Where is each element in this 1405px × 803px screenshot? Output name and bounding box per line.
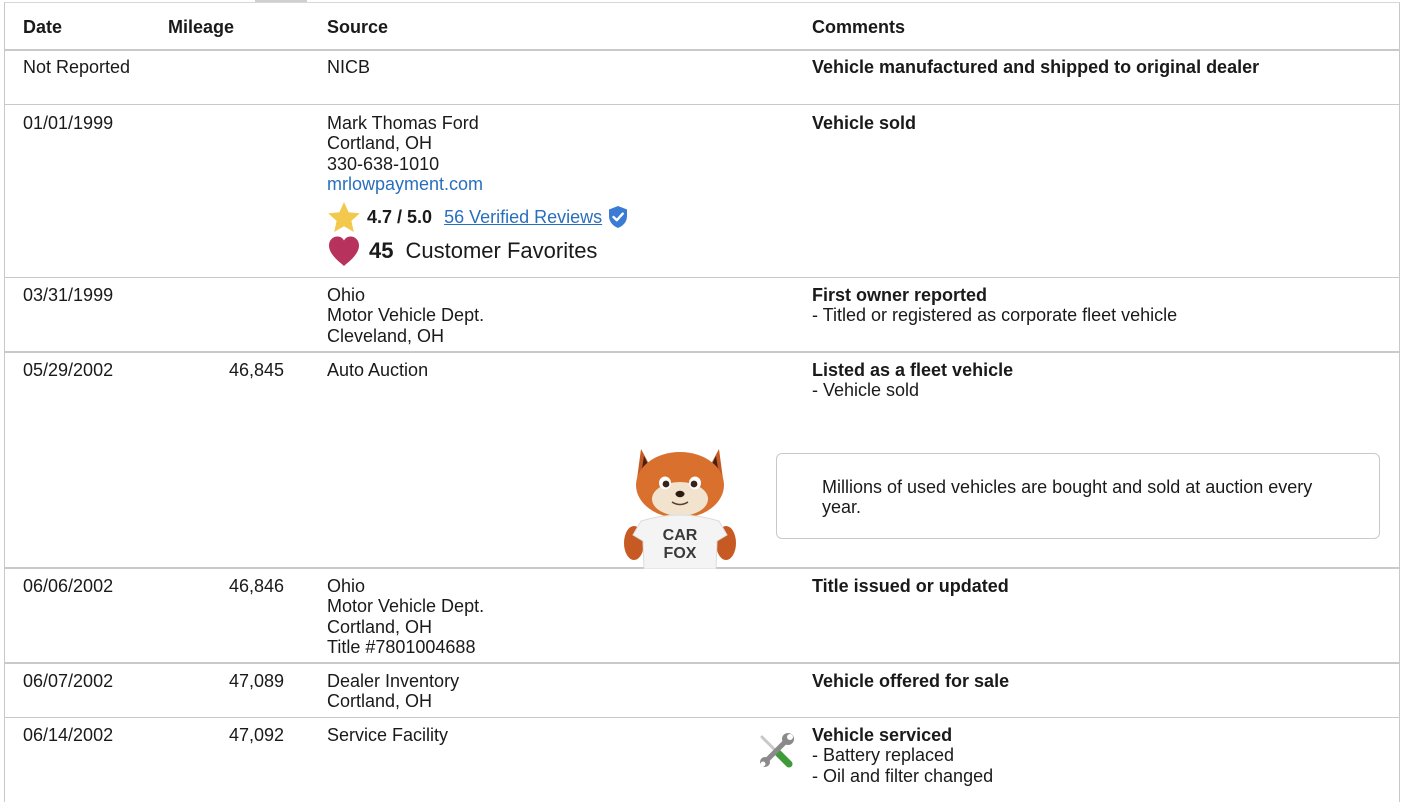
row-source: NICB: [327, 57, 371, 77]
favorites-label: Customer Favorites: [405, 238, 598, 263]
row-date: 05/29/2002: [23, 360, 114, 380]
row-comment-title: Title issued or updated: [812, 576, 1009, 596]
row-comment-title: Vehicle manufactured and shipped to orig…: [812, 57, 1260, 77]
table-row: 06/07/2002 47,089 Dealer Inventory Cortl…: [5, 664, 1399, 718]
source-name: Ohio: [327, 576, 366, 596]
row-comment-title: Listed as a fleet vehicle: [812, 360, 1014, 380]
row-mileage: 46,846: [228, 576, 284, 596]
header-source: Source: [327, 17, 389, 37]
source-location: Cortland, OH: [327, 133, 433, 154]
source-location: Cortland, OH: [327, 616, 433, 637]
fox-shirt-line-1: CAR: [663, 527, 698, 544]
row-mileage: 46,845: [228, 360, 284, 380]
table-header: Date Mileage Source Comments: [5, 3, 1399, 51]
verified-shield-icon: [607, 205, 629, 229]
carfox-tip-callout: Millions of used vehicles are bought and…: [776, 453, 1380, 539]
row-comment-title: Vehicle sold: [812, 113, 917, 133]
source-phone: 330-638-1010: [327, 153, 440, 174]
table-row: 06/06/2002 46,846 Ohio Motor Vehicle Dep…: [5, 569, 1399, 664]
row-date: 06/06/2002: [23, 576, 114, 596]
carfox-mascot: CAR FOX: [619, 439, 741, 570]
dealer-website-link[interactable]: mrlowpayment.com: [327, 174, 483, 194]
callout-text: Millions of used vehicles are bought and…: [822, 477, 1313, 518]
fox-shirt-line-2: FOX: [664, 545, 697, 562]
source-title-number: Title #7801004688: [327, 637, 476, 658]
table-row: Not Reported NICB Vehicle manufactured a…: [5, 51, 1399, 105]
row-comment-line: - Oil and filter changed: [812, 765, 994, 786]
table-row: 05/29/2002 46,845 Auto Auction Listed as…: [5, 353, 1399, 570]
source-name: Ohio: [327, 285, 366, 305]
row-date: 03/31/1999: [23, 285, 114, 305]
source-dept: Motor Vehicle Dept.: [327, 305, 485, 326]
star-icon: [327, 201, 361, 233]
verified-reviews-link[interactable]: 56 Verified Reviews: [444, 207, 602, 228]
row-comment-line: - Vehicle sold: [812, 380, 920, 401]
favorites-count: 45: [369, 238, 394, 263]
table-row: 06/14/2002 47,092 Service Facility Vehic…: [5, 718, 1399, 803]
row-comment-line: - Battery replaced: [812, 745, 955, 766]
heart-icon: [327, 235, 361, 267]
header-comments: Comments: [812, 17, 906, 37]
wrench-screwdriver-icon: [756, 731, 796, 771]
source-location: Cortland, OH: [327, 691, 433, 712]
row-source: Auto Auction: [327, 360, 429, 380]
source-dept: Motor Vehicle Dept.: [327, 596, 485, 617]
table-row: 03/31/1999 Ohio Motor Vehicle Dept. Clev…: [5, 278, 1399, 353]
row-date: 06/07/2002: [23, 671, 114, 691]
dealer-rating: 4.7 / 5.0 56 Verified Reviews: [327, 201, 629, 233]
header-date: Date: [23, 17, 63, 37]
source-name: Dealer Inventory: [327, 671, 460, 691]
source-location: Cleveland, OH: [327, 325, 445, 346]
row-mileage: 47,092: [228, 725, 284, 745]
row-date: 06/14/2002: [23, 725, 114, 745]
row-date: 01/01/1999: [23, 113, 114, 133]
row-comment-title: Vehicle offered for sale: [812, 671, 1010, 691]
source-name: Mark Thomas Ford: [327, 113, 479, 133]
row-source: Service Facility: [327, 725, 449, 745]
row-mileage: 47,089: [228, 671, 284, 691]
header-mileage: Mileage: [168, 17, 235, 37]
row-comment-title: First owner reported: [812, 285, 988, 305]
table-row: 01/01/1999 Mark Thomas Ford Cortland, OH…: [5, 105, 1399, 278]
row-comment-line: - Titled or registered as corporate flee…: [812, 305, 1178, 326]
rating-value: 4.7 / 5.0: [367, 206, 433, 227]
history-table: Date Mileage Source Comments Not Reporte…: [4, 2, 1400, 802]
customer-favorites: 45 Customer Favorites: [327, 235, 597, 267]
row-date: Not Reported: [23, 57, 131, 77]
row-comment-title: Vehicle serviced: [812, 725, 953, 745]
